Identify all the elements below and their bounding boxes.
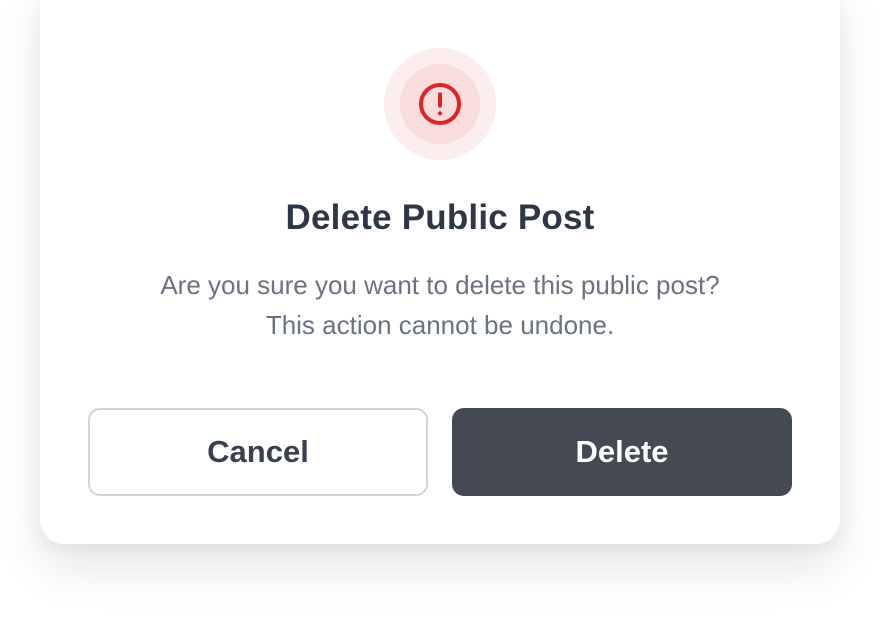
dialog-message-line: This action cannot be undone. [265, 310, 615, 340]
dialog-title: Delete Public Post [285, 198, 595, 237]
alert-icon-halo [384, 48, 496, 160]
delete-confirmation-dialog: Delete Public Post Are you sure you want… [40, 0, 840, 544]
page-backdrop: Delete Public Post Are you sure you want… [0, 0, 880, 624]
alert-circle-icon [419, 83, 461, 125]
dialog-message: Are you sure you want to delete this pub… [80, 265, 800, 345]
dialog-message-line: Are you sure you want to delete this pub… [160, 270, 720, 300]
cancel-button[interactable]: Cancel [88, 408, 428, 496]
delete-button[interactable]: Delete [452, 408, 792, 496]
alert-icon-container [400, 64, 480, 144]
